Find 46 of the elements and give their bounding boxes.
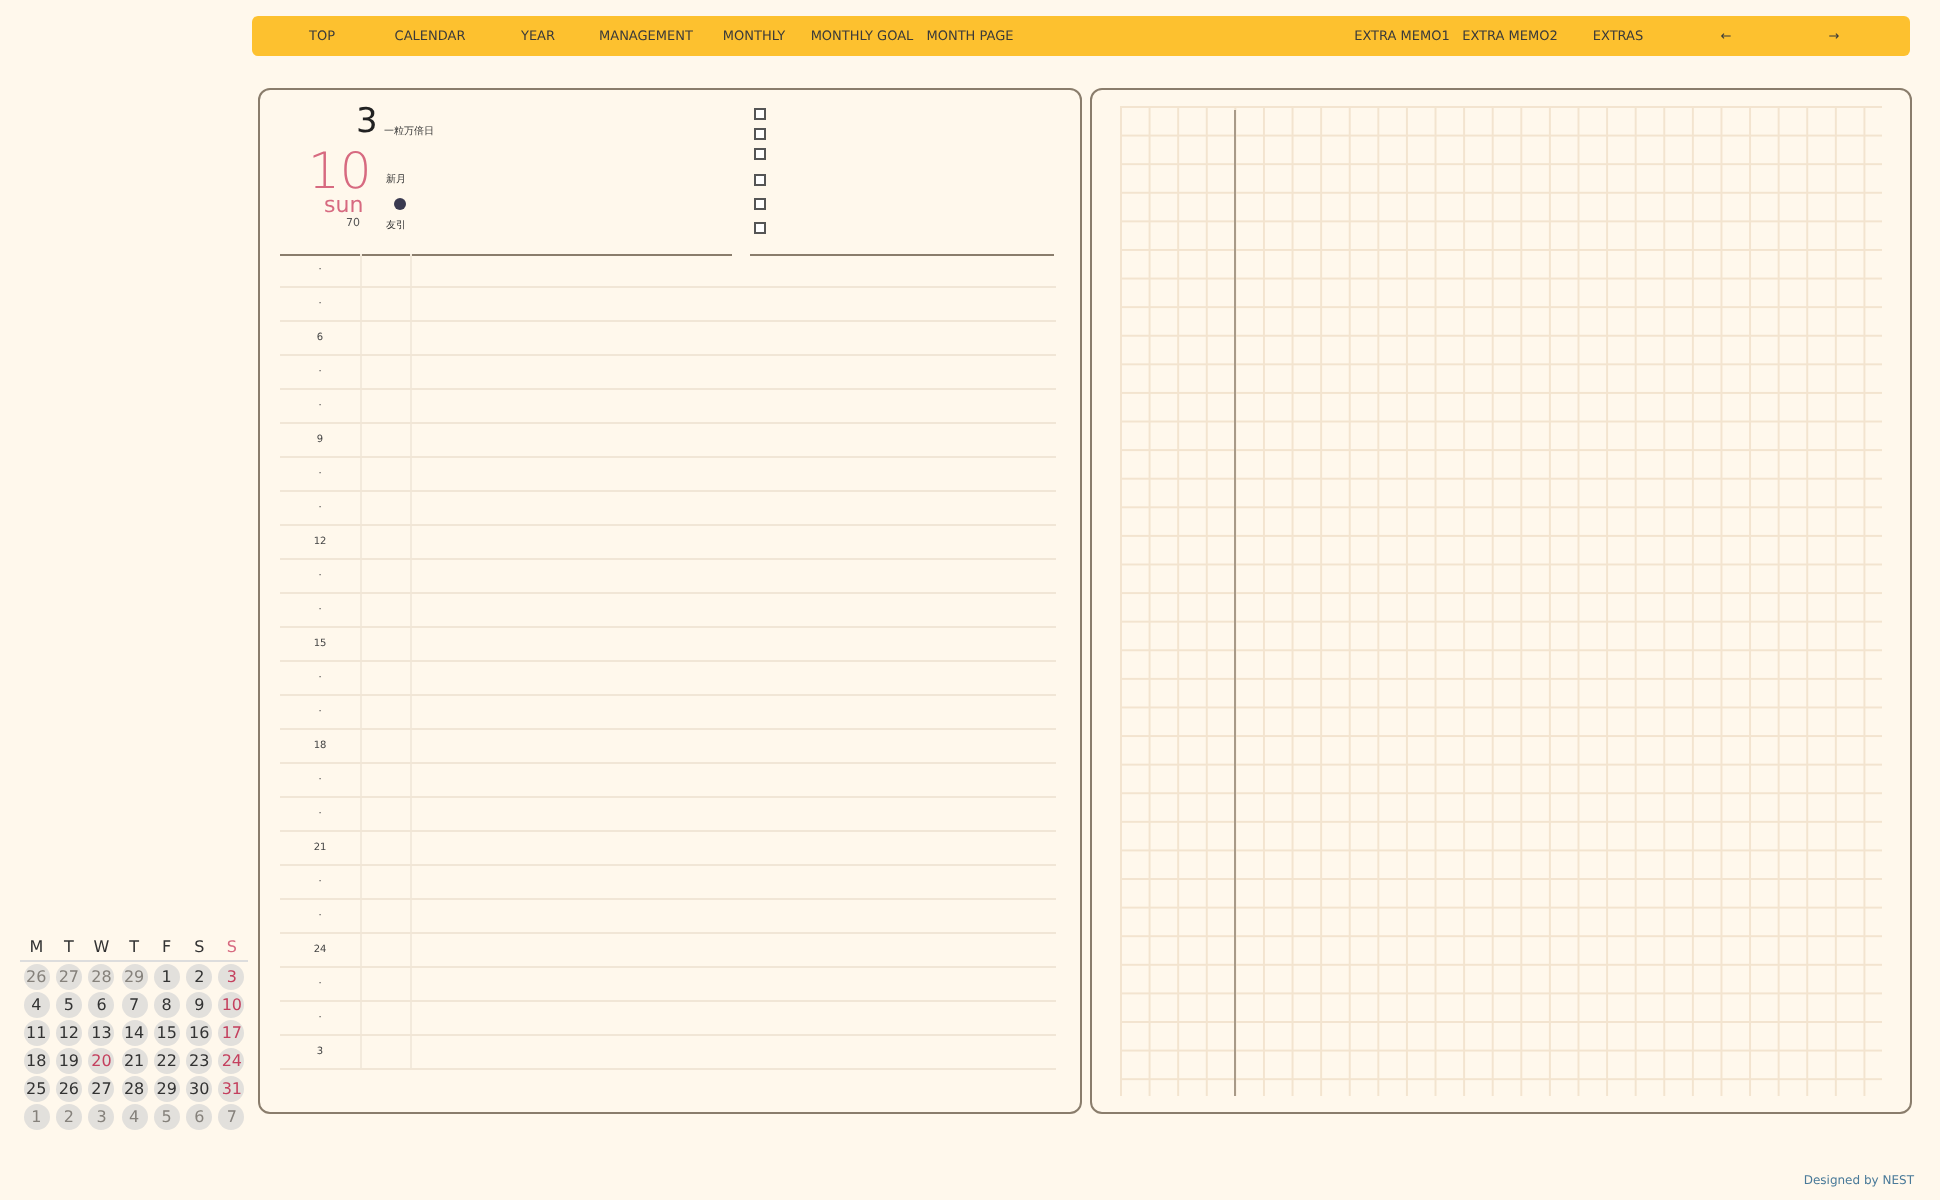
calendar-day[interactable]: 6 [88,992,115,1018]
month-number: 3 [356,102,378,142]
calendar-day[interactable]: 13 [88,1020,115,1046]
calendar-day[interactable]: 20 [88,1048,115,1074]
calendar-day[interactable]: 16 [186,1020,213,1046]
calendar-day[interactable]: 17 [218,1020,245,1046]
todo-checkbox[interactable] [754,174,766,186]
calendar-day[interactable]: 29 [153,1076,180,1102]
todo-checkbox[interactable] [754,198,766,210]
weekday-header: M [20,936,53,962]
calendar-day[interactable]: 30 [186,1076,213,1102]
calendar-day[interactable]: 21 [121,1048,148,1074]
weekday-header: F [150,936,183,962]
calendar-day[interactable]: 22 [153,1048,180,1074]
calendar-day[interactable]: 3 [218,964,245,990]
calendar-day[interactable]: 14 [121,1020,148,1046]
calendar-day[interactable]: 4 [23,992,50,1018]
calendar-day[interactable]: 9 [186,992,213,1018]
weekday-header: S [215,936,249,962]
calendar-day[interactable]: 31 [218,1076,245,1102]
todo-checkbox[interactable] [754,128,766,140]
calendar-day[interactable]: 19 [55,1048,82,1074]
calendar-day[interactable]: 2 [186,964,213,990]
calendar-day[interactable]: 8 [153,992,180,1018]
calendar-day[interactable]: 24 [218,1048,245,1074]
calendar-day[interactable]: 1 [153,964,180,990]
calendar-day[interactable]: 12 [55,1020,82,1046]
moon-icon [394,198,406,210]
weekday-header: T [117,936,151,962]
calendar-day[interactable]: 25 [23,1076,50,1102]
calendar-day[interactable]: 27 [88,1076,115,1102]
calendar-day[interactable]: 28 [121,1076,148,1102]
calendar-day[interactable]: 11 [23,1020,50,1046]
calendar-day[interactable]: 7 [121,992,148,1018]
calendar-day[interactable]: 5 [55,992,82,1018]
todo-checkbox[interactable] [754,108,766,120]
weekday-header: T [52,936,86,962]
calendar-day[interactable]: 10 [218,992,245,1018]
calendar-day[interactable]: 26 [55,1076,82,1102]
todo-checkbox[interactable] [754,222,766,234]
weekday-header: W [85,936,118,962]
weekday-header: S [182,936,216,962]
calendar-day[interactable]: 23 [186,1048,213,1074]
todo-checkbox[interactable] [754,148,766,160]
calendar-day[interactable]: 15 [153,1020,180,1046]
calendar-day[interactable]: 18 [23,1048,50,1074]
